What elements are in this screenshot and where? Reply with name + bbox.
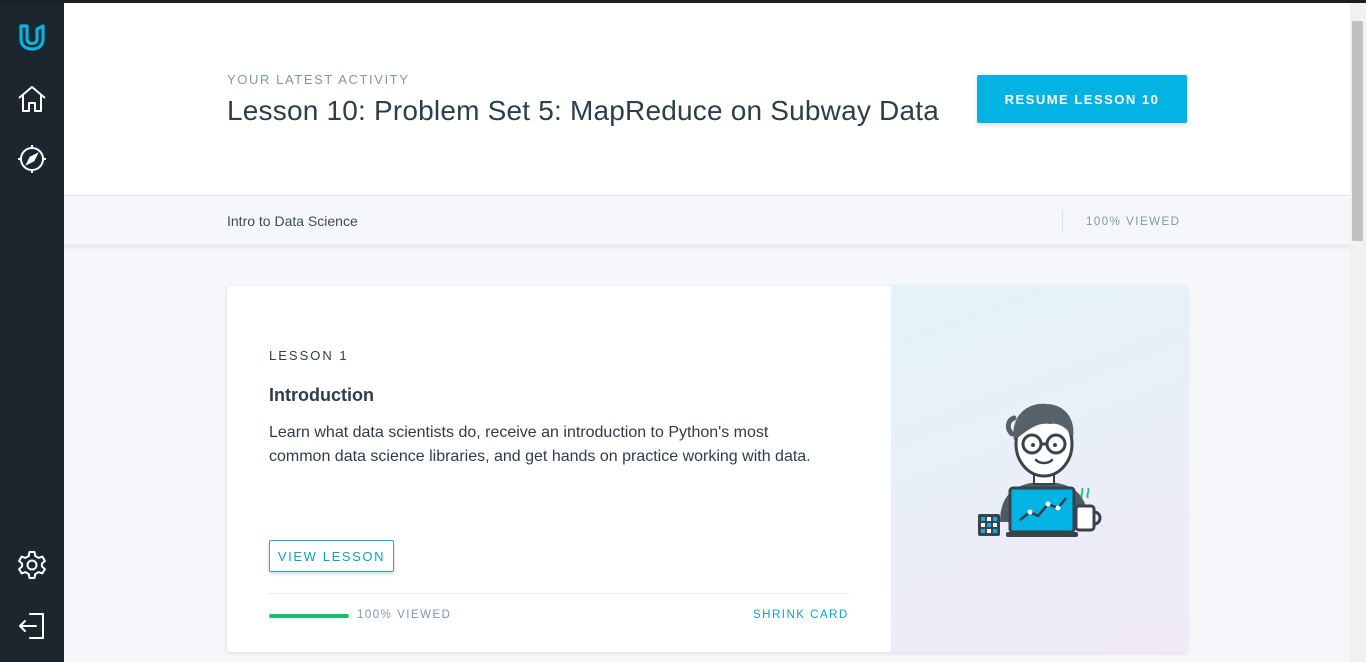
lesson-card-content: LESSON 1 Introduction Learn what data sc… xyxy=(227,286,891,652)
view-lesson-button[interactable]: VIEW LESSON xyxy=(269,540,394,572)
lesson-description: Learn what data scientists do, receive a… xyxy=(269,424,811,465)
lesson-progress-fill xyxy=(269,614,349,618)
lesson-progress-bar xyxy=(269,614,349,618)
home-icon[interactable] xyxy=(14,81,50,117)
latest-activity-header: YOUR LATEST ACTIVITY Lesson 10: Problem … xyxy=(64,3,1350,195)
scrollbar-thumb[interactable] xyxy=(1352,21,1363,241)
latest-activity-label: YOUR LATEST ACTIVITY xyxy=(227,72,410,87)
logout-icon[interactable] xyxy=(14,608,50,644)
lesson-card: LESSON 1 Introduction Learn what data sc… xyxy=(227,286,1187,652)
divider xyxy=(1062,210,1063,232)
latest-lesson-title: Lesson 10: Problem Set 5: MapReduce on S… xyxy=(227,95,939,126)
course-viewed-status: 100% VIEWED xyxy=(1086,216,1181,228)
data-scientist-illustration-icon xyxy=(978,403,1102,537)
divider xyxy=(269,593,849,594)
resume-lesson-button[interactable]: RESUME LESSON 10 xyxy=(977,75,1187,123)
gear-icon[interactable] xyxy=(14,547,50,583)
compass-icon[interactable] xyxy=(14,141,50,177)
lesson-title: Introduction xyxy=(269,385,374,405)
udacity-logo-icon[interactable] xyxy=(14,19,50,55)
lesson-viewed-status: 100% VIEWED xyxy=(357,609,452,621)
sidebar xyxy=(0,3,64,662)
course-name[interactable]: Intro to Data Science xyxy=(227,213,358,229)
shrink-card-link[interactable]: SHRINK CARD xyxy=(753,609,849,621)
lesson-illustration-panel xyxy=(891,286,1187,652)
lesson-number: LESSON 1 xyxy=(269,348,349,363)
course-bar: Intro to Data Science 100% VIEWED xyxy=(64,195,1350,244)
